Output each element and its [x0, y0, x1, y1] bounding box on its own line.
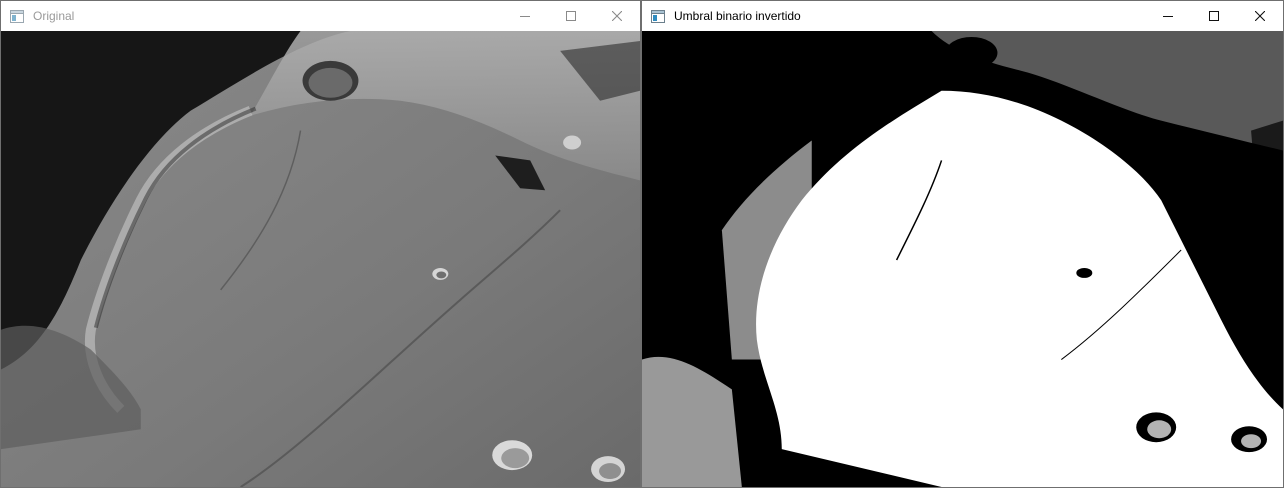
binary-threshold-window[interactable]: Umbral binario invertido [641, 0, 1284, 488]
close-icon [1255, 11, 1265, 21]
close-button[interactable] [594, 1, 640, 31]
minimize-button[interactable] [502, 1, 548, 31]
maximize-button[interactable] [548, 1, 594, 31]
window-app-icon [650, 8, 666, 24]
binary-moon-image [642, 31, 1283, 487]
original-titlebar[interactable]: Original [1, 1, 640, 31]
minimize-icon [520, 16, 530, 17]
maximize-button[interactable] [1191, 1, 1237, 31]
minimize-button[interactable] [1145, 1, 1191, 31]
original-moon-image [1, 31, 640, 487]
original-window[interactable]: Original [0, 0, 641, 488]
window-title: Original [33, 9, 75, 23]
minimize-icon [1163, 16, 1173, 17]
window-title: Umbral binario invertido [674, 9, 801, 23]
binary-titlebar[interactable]: Umbral binario invertido [642, 1, 1283, 31]
close-icon [612, 11, 622, 21]
maximize-icon [1209, 11, 1219, 21]
maximize-icon [566, 11, 576, 21]
window-app-icon [9, 8, 25, 24]
close-button[interactable] [1237, 1, 1283, 31]
